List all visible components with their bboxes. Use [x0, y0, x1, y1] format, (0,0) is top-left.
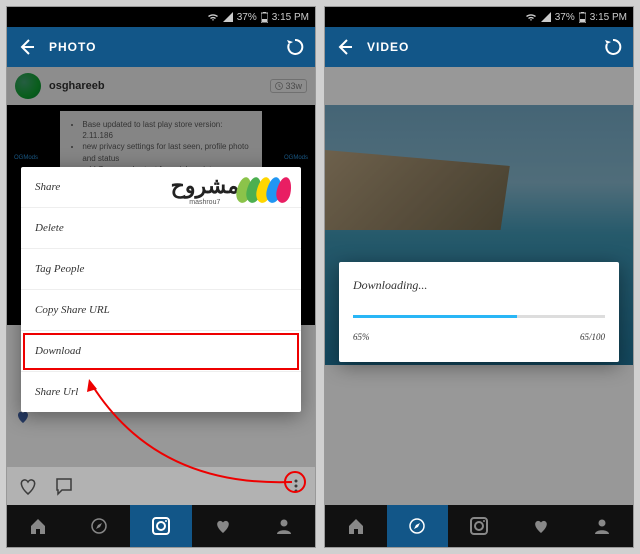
- nav-home[interactable]: [7, 505, 69, 547]
- wifi-icon: [207, 12, 219, 22]
- nav-discover[interactable]: [69, 505, 131, 547]
- options-menu: مشروح mashrou7 Share Delete Tag People C…: [21, 167, 301, 412]
- like-icon[interactable]: [17, 475, 39, 497]
- status-bar: 37% 3:15 PM: [7, 7, 315, 27]
- nav-discover[interactable]: [387, 505, 449, 547]
- download-title: Downloading...: [353, 278, 605, 293]
- comment-icon[interactable]: [53, 475, 75, 497]
- post-actions: [7, 467, 315, 505]
- progress-bar: [353, 315, 605, 318]
- back-icon[interactable]: [17, 37, 37, 57]
- bottom-nav: [325, 505, 633, 547]
- page-title: PHOTO: [49, 40, 273, 54]
- nav-activity[interactable]: [510, 505, 572, 547]
- nav-camera[interactable]: [448, 505, 510, 547]
- signal-icon: [223, 12, 233, 22]
- menu-tag-people[interactable]: Tag People: [21, 249, 301, 290]
- clock-time: 3:15 PM: [590, 12, 627, 23]
- progress-fill: [353, 315, 517, 318]
- content-area: Downloading... 65% 65/100: [325, 67, 633, 505]
- nav-activity[interactable]: [192, 505, 254, 547]
- signal-icon: [541, 12, 551, 22]
- refresh-icon[interactable]: [285, 37, 305, 57]
- battery-pct: 37%: [237, 12, 257, 23]
- progress-count: 65/100: [580, 332, 605, 342]
- bottom-nav: [7, 505, 315, 547]
- wifi-icon: [525, 12, 537, 22]
- nav-profile[interactable]: [571, 505, 633, 547]
- progress-labels: 65% 65/100: [353, 332, 605, 342]
- download-dialog: Downloading... 65% 65/100: [339, 262, 619, 362]
- app-header: PHOTO: [7, 27, 315, 67]
- nav-home[interactable]: [325, 505, 387, 547]
- content-area: osghareeb 33w OGMods Base updated to las…: [7, 67, 315, 505]
- battery-pct: 37%: [555, 12, 575, 23]
- battery-icon: [261, 12, 268, 23]
- nav-profile[interactable]: [253, 505, 315, 547]
- more-icon[interactable]: [287, 477, 305, 495]
- menu-download[interactable]: Download: [21, 331, 301, 372]
- app-header: VIDEO: [325, 27, 633, 67]
- status-bar: 37% 3:15 PM: [325, 7, 633, 27]
- menu-share-url[interactable]: Share Url: [21, 372, 301, 412]
- menu-share[interactable]: Share: [21, 167, 301, 208]
- battery-icon: [579, 12, 586, 23]
- clock-time: 3:15 PM: [272, 12, 309, 23]
- back-icon[interactable]: [335, 37, 355, 57]
- nav-camera[interactable]: [130, 505, 192, 547]
- phone-right: 37% 3:15 PM VIDEO Downloading... 65% 65/…: [324, 6, 634, 548]
- menu-copy-url[interactable]: Copy Share URL: [21, 290, 301, 331]
- menu-delete[interactable]: Delete: [21, 208, 301, 249]
- refresh-icon[interactable]: [603, 37, 623, 57]
- progress-percent: 65%: [353, 332, 370, 342]
- page-title: VIDEO: [367, 40, 591, 54]
- phone-left: 37% 3:15 PM PHOTO osghareeb 33w OGMods B…: [6, 6, 316, 548]
